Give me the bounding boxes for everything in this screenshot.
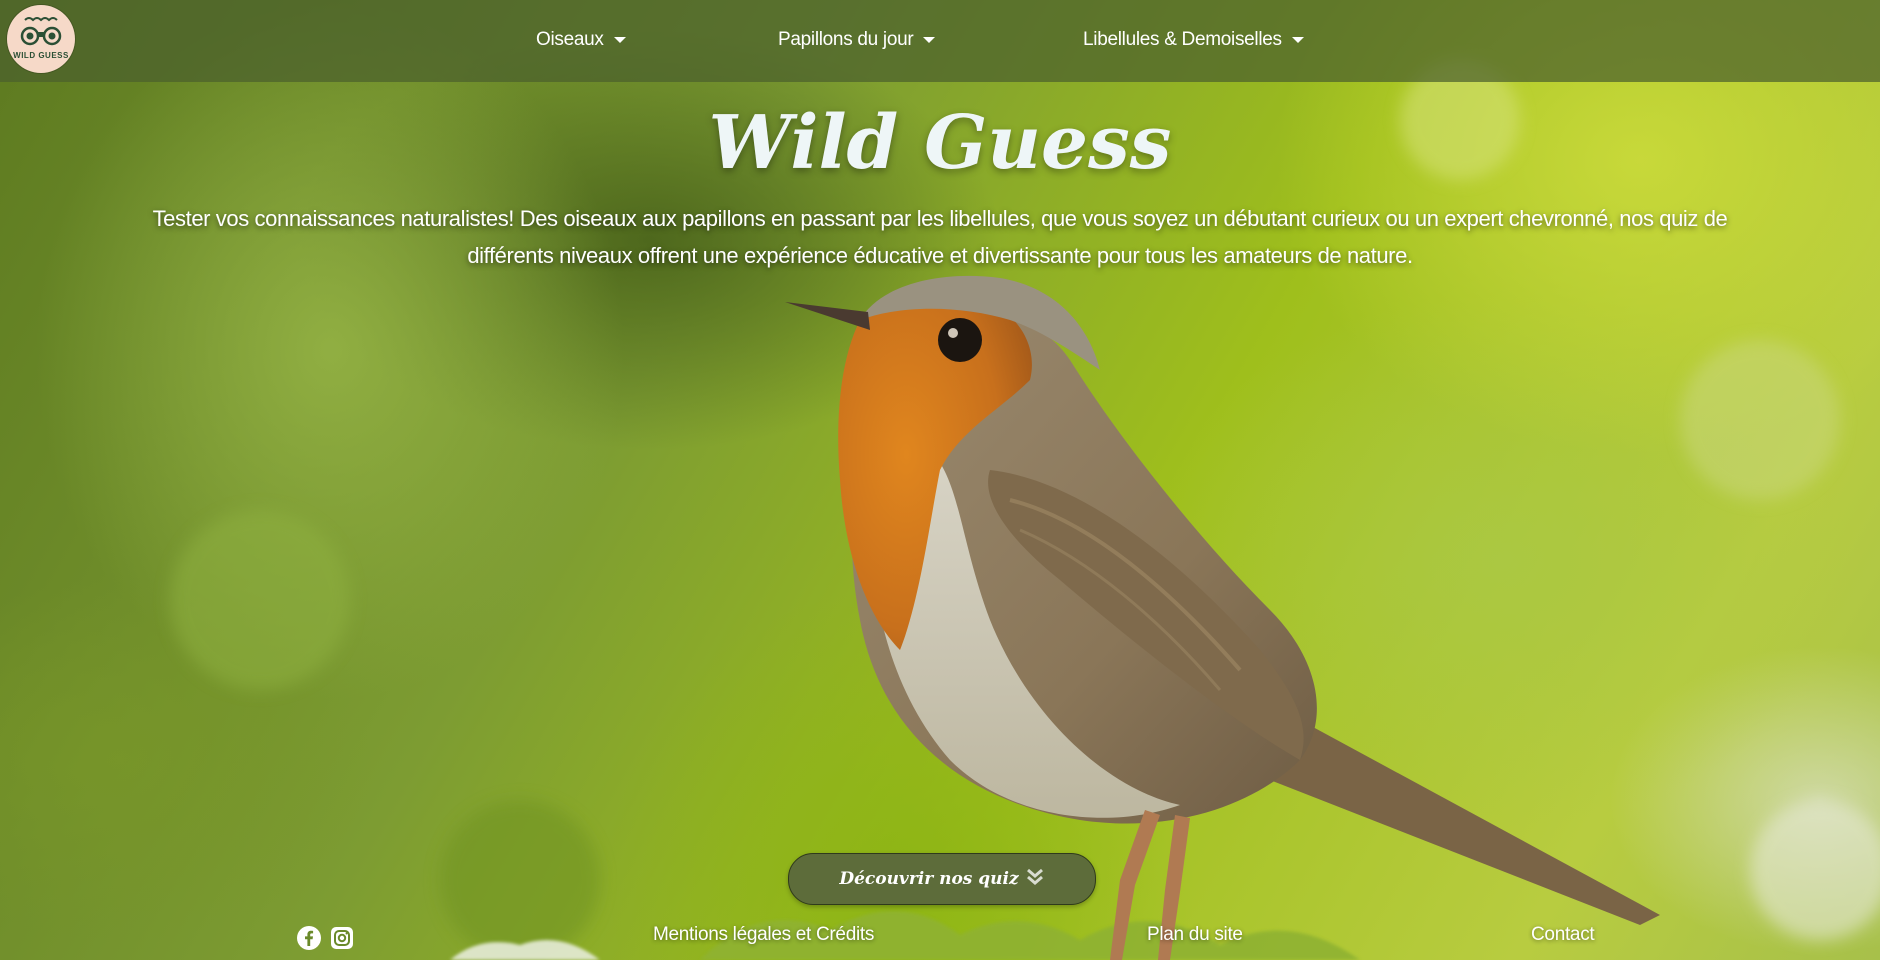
- binoculars-leaf-icon: [20, 17, 62, 46]
- caret-down-icon: [613, 37, 626, 43]
- wild-guess-logo[interactable]: WILD GUESS: [7, 5, 75, 73]
- hero-description: Tester vos connaissances naturalistes! D…: [152, 206, 1728, 268]
- nav-libellules-dropdown[interactable]: Libellules & Demoiselles: [1083, 24, 1304, 56]
- facebook-icon[interactable]: [297, 926, 321, 950]
- nav-item-label: Libellules & Demoiselles: [1083, 29, 1282, 50]
- nav-oiseaux-dropdown[interactable]: Oiseaux: [536, 24, 626, 56]
- footer-link-contact[interactable]: Contact: [1531, 924, 1595, 946]
- footer-link-legal[interactable]: Mentions légales et Crédits: [653, 924, 874, 946]
- cta-label: Découvrir nos quiz: [839, 869, 1019, 889]
- logo-text: WILD GUESS: [13, 51, 69, 60]
- page-title: Wild Guess: [708, 100, 1172, 186]
- caret-down-icon: [1291, 37, 1304, 43]
- nav-item-label: Oiseaux: [536, 29, 604, 50]
- discover-quizzes-button[interactable]: Découvrir nos quiz: [788, 853, 1096, 905]
- top-navbar: WILD GUESS Oiseaux Papillons du jour Lib…: [0, 0, 1880, 82]
- caret-down-icon: [923, 37, 936, 43]
- double-chevron-down-icon: [1025, 867, 1045, 892]
- footer-link-sitemap[interactable]: Plan du site: [1147, 924, 1243, 946]
- nav-item-label: Papillons du jour: [778, 29, 914, 50]
- instagram-icon[interactable]: [330, 926, 354, 950]
- nav-papillons-dropdown[interactable]: Papillons du jour: [778, 24, 936, 56]
